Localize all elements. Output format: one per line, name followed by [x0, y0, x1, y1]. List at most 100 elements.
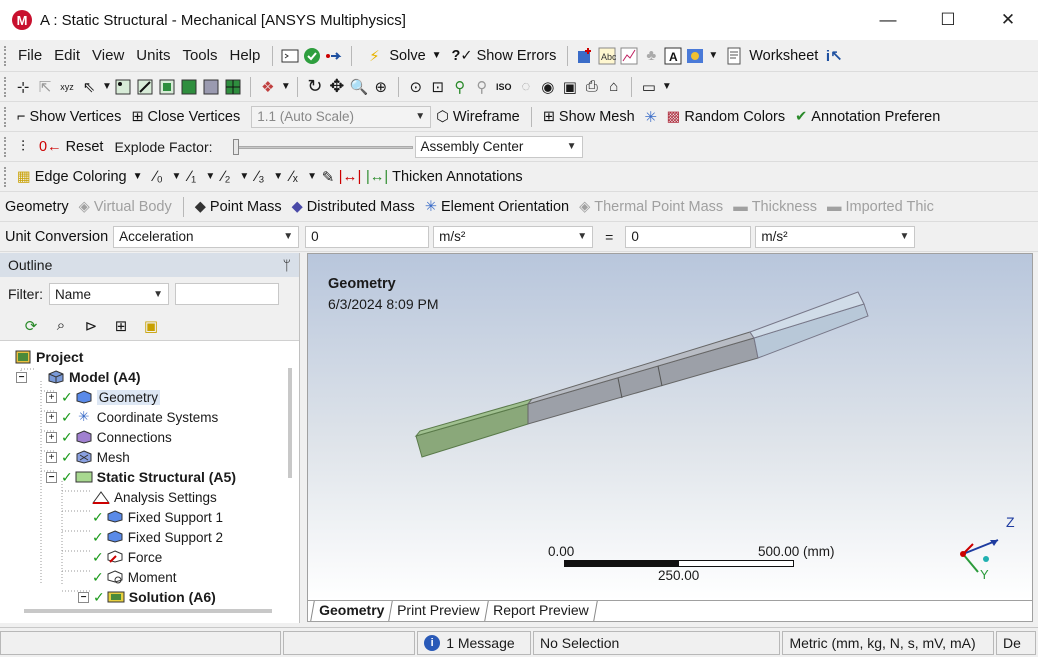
tree-node-fixed-support-1[interactable]: ✓ Fixed Support 1 — [0, 507, 299, 527]
edge-style-0-icon[interactable]: ∕₀ — [148, 166, 170, 188]
graphics-viewport[interactable]: Geometry 6/3/2024 8:09 PM 0.00 500.00 (m… — [307, 253, 1033, 601]
viewport-layout-icon[interactable]: ▭ — [638, 76, 660, 98]
left-unit-combo[interactable]: m/s² ▼ — [433, 225, 594, 248]
filter-combo[interactable]: Name ▼ — [49, 283, 169, 305]
chevron-down-icon[interactable]: ▼ — [281, 81, 291, 92]
eye-icon[interactable]: ◉ — [537, 76, 559, 98]
tree-node-project[interactable]: Project — [0, 347, 299, 367]
tab-print-preview[interactable]: Print Preview — [388, 601, 488, 621]
tree-node-force[interactable]: ✓ Force — [0, 547, 299, 567]
edge-style-x-icon[interactable]: ∕ₓ — [283, 166, 305, 188]
edge-coloring-button[interactable]: ▦ Edge Coloring ▼ — [12, 164, 148, 190]
show-mesh-button[interactable]: ⊞ Show Mesh — [538, 104, 640, 130]
pan-icon[interactable]: ✥ — [326, 76, 348, 98]
assembly-center-combo[interactable]: Assembly Center ▼ — [414, 135, 583, 158]
magnifier-gray-icon[interactable]: ⚲ — [471, 76, 493, 98]
explode-view-icon[interactable]: ⫶ — [12, 136, 34, 158]
solve-button[interactable]: ⚡ Solve ▼ — [358, 43, 446, 69]
info-pointer-icon[interactable]: i↖ — [823, 45, 845, 67]
filter-tree-icon[interactable]: ⊳ — [80, 315, 102, 337]
chart-icon[interactable] — [618, 45, 640, 67]
edge-style-2-icon[interactable]: ∕₂ — [215, 166, 237, 188]
left-value-field[interactable]: 0 — [305, 225, 430, 248]
thickness-button[interactable]: ▬ Thickness — [728, 194, 822, 220]
worksheet-button[interactable]: Worksheet — [718, 43, 823, 69]
extend-selection-icon[interactable]: ❖ — [257, 76, 279, 98]
expand-toggle[interactable]: + — [46, 411, 57, 423]
menu-file[interactable]: File — [12, 47, 48, 64]
tree-node-solution[interactable]: − ✓ Solution (A6) — [0, 587, 299, 607]
vertex-select-icon[interactable] — [112, 76, 134, 98]
body-select-icon[interactable] — [178, 76, 200, 98]
units-status[interactable]: Metric (mm, kg, N, s, mV, mA) — [782, 630, 995, 655]
edge-select-icon[interactable] — [134, 76, 156, 98]
tree-node-fixed-support-2[interactable]: ✓ Fixed Support 2 — [0, 527, 299, 547]
zoom-icon[interactable]: 🔍 — [348, 76, 370, 98]
outline-scrollbar[interactable] — [288, 368, 292, 478]
pin-icon[interactable]: ✎ — [317, 166, 339, 188]
coordinate-xyz-icon[interactable]: xyz — [56, 76, 78, 98]
iso-view-icon[interactable]: ISO — [493, 76, 515, 98]
scale-combo[interactable]: 1.1 (Auto Scale) ▼ — [251, 105, 432, 128]
thicken-annotations-button[interactable]: |↔| Thicken Annotations — [361, 164, 528, 190]
random-colors-button[interactable]: ▩ Random Colors — [662, 104, 790, 130]
collapse-toggle[interactable]: − — [78, 591, 89, 603]
rotate-icon[interactable]: ↻ — [304, 76, 326, 98]
edge-style-1-icon[interactable]: ∕₁ — [181, 166, 203, 188]
reset-button[interactable]: 0← Reset — [34, 134, 108, 160]
edge-style-3-icon[interactable]: ∕₃ — [249, 166, 271, 188]
thermal-point-mass-button[interactable]: ◈ Thermal Point Mass — [574, 194, 728, 220]
tree-node-coordinate-systems[interactable]: + ✓ ✳ Coordinate Systems — [0, 407, 299, 427]
element-select-icon[interactable] — [222, 76, 244, 98]
tree-node-analysis-settings[interactable]: Analysis Settings — [0, 487, 299, 507]
annotation-preferences-button[interactable]: ✔ Annotation Preferen — [790, 104, 945, 130]
close-vertices-button[interactable]: ⊞ Close Vertices — [126, 104, 245, 130]
wireframe-button[interactable]: ⬡ Wireframe — [431, 104, 525, 130]
expand-all-icon[interactable]: ⊞ — [110, 315, 132, 337]
right-unit-combo[interactable]: m/s² ▼ — [755, 225, 916, 248]
tree-node-connections[interactable]: + ✓ Connections — [0, 427, 299, 447]
expand-toggle[interactable]: + — [46, 391, 57, 403]
check-mark-icon[interactable] — [301, 45, 323, 67]
messages-status[interactable]: i 1 Message — [417, 630, 531, 655]
flame-icon[interactable]: ♣ — [640, 45, 662, 67]
zoom-extents-icon[interactable]: ⊡ — [427, 76, 449, 98]
tag-icon[interactable]: ⌂ — [603, 76, 625, 98]
pin-icon[interactable]: ᛘ — [283, 257, 291, 273]
menu-edit[interactable]: Edit — [48, 47, 86, 64]
collapse-toggle[interactable]: − — [46, 471, 57, 483]
refresh-icon[interactable]: ⟳ — [20, 315, 42, 337]
expand-toggle[interactable]: + — [46, 451, 57, 463]
tab-geometry[interactable]: Geometry — [310, 601, 393, 621]
tree-node-geometry[interactable]: + ✓ Geometry — [0, 387, 299, 407]
new-section-icon[interactable] — [574, 45, 596, 67]
zoom-box-icon[interactable]: ⊕ — [370, 76, 392, 98]
print-icon[interactable]: ⎙ — [581, 76, 603, 98]
right-value-field[interactable]: 0 — [625, 225, 752, 248]
show-errors-button[interactable]: ?✓ Show Errors — [447, 43, 562, 69]
expand-toggle[interactable]: + — [46, 431, 57, 443]
geometry-context-button[interactable]: Geometry — [0, 194, 74, 220]
collapse-toggle[interactable]: − — [16, 371, 27, 383]
close-button[interactable]: ✕ — [978, 0, 1038, 40]
show-vertices-button[interactable]: ⌐ Show Vertices — [12, 104, 126, 130]
wireframe-box-icon[interactable]: ▣ — [559, 76, 581, 98]
filter-search-input[interactable] — [175, 283, 279, 305]
chevron-down-icon[interactable]: ▼ — [102, 81, 112, 92]
search-tree-icon[interactable]: ⌕ — [50, 315, 72, 337]
text-annotation-icon[interactable]: A — [662, 45, 684, 67]
toolbar-grip[interactable] — [4, 45, 8, 66]
face-select-icon[interactable] — [156, 76, 178, 98]
chevron-down-icon[interactable]: ▼ — [432, 50, 442, 61]
minimize-button[interactable]: — — [858, 0, 918, 40]
image-capture-icon[interactable] — [684, 45, 706, 67]
outline-h-scrollbar[interactable] — [24, 609, 272, 613]
pointer-select-icon[interactable]: ⇖ — [78, 76, 100, 98]
menu-units[interactable]: Units — [130, 47, 176, 64]
maximize-button[interactable]: ☐ — [918, 0, 978, 40]
menu-help[interactable]: Help — [224, 47, 267, 64]
imported-thickness-button[interactable]: ▬ Imported Thic — [822, 194, 939, 220]
folder-icon[interactable]: ▣ — [140, 315, 162, 337]
quantity-combo[interactable]: Acceleration ▼ — [113, 225, 300, 248]
select-point-icon[interactable]: ⊹ — [12, 76, 34, 98]
